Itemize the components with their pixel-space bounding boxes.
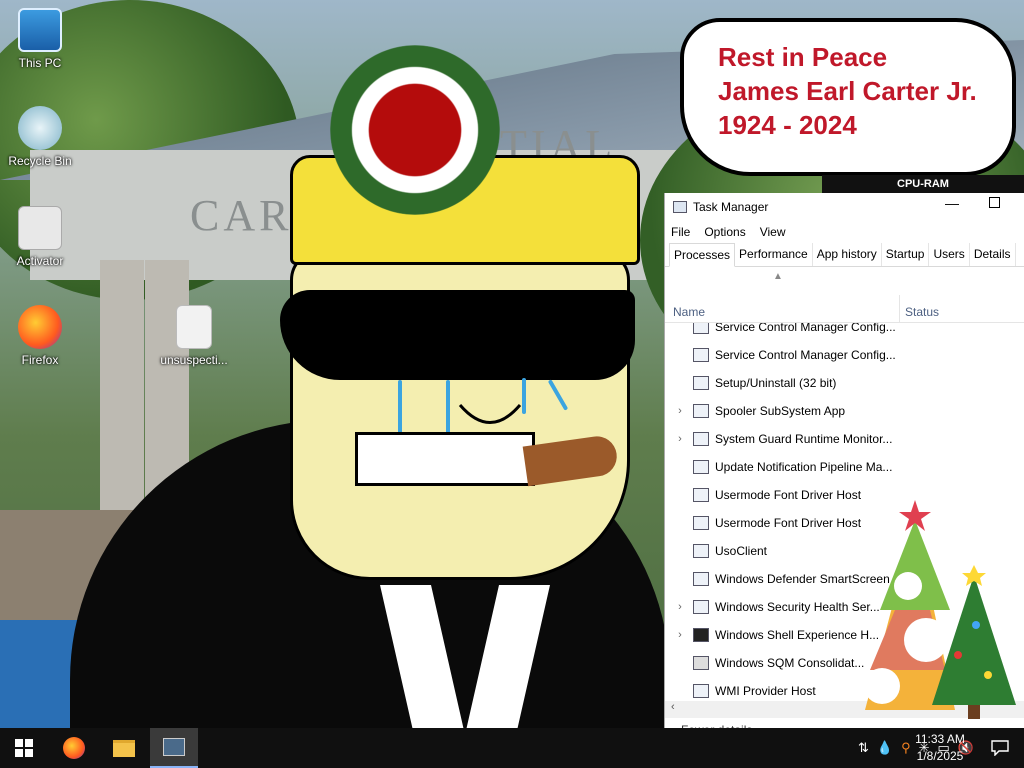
process-name: Service Control Manager Config... — [715, 323, 896, 334]
clock-time: 11:33 AM — [915, 732, 965, 746]
process-icon — [693, 348, 709, 362]
droplet-icon[interactable]: 💧 — [877, 740, 893, 756]
table-row[interactable]: Service Control Manager Config... — [665, 341, 1024, 369]
tab-performance[interactable]: Performance — [735, 243, 813, 266]
process-icon — [693, 600, 709, 614]
chevron-right-icon[interactable]: › — [671, 629, 689, 641]
clock-gadget[interactable] — [330, 45, 500, 215]
christmas-tree-icon — [932, 565, 1016, 719]
taskbar-file-explorer[interactable] — [100, 728, 148, 768]
desktop-icon-this-pc[interactable]: This PC — [0, 8, 80, 70]
desktop-icon-label: Firefox — [21, 353, 59, 367]
bubble-line-1: Rest in Peace — [718, 42, 888, 72]
clock[interactable]: 11:33 AM 1/8/2025 — [908, 731, 972, 765]
process-name: Update Notification Pipeline Ma... — [715, 460, 893, 474]
background-pillar — [100, 260, 144, 540]
printer-icon — [693, 404, 709, 418]
minimize-button[interactable]: — — [945, 195, 959, 211]
desktop-icon-activator[interactable]: Activator — [0, 206, 80, 268]
column-status[interactable]: Status — [905, 305, 939, 319]
taskbar-task-manager[interactable] — [150, 728, 198, 768]
desktop-icon-label: This PC — [18, 56, 62, 70]
chat-bubble-icon — [991, 740, 1009, 756]
cpu-ram-gadget[interactable]: CPU-RAM — [822, 175, 1024, 193]
process-icon — [693, 656, 709, 670]
clock-date: 1/8/2025 — [916, 749, 964, 763]
desktop-icon-label: Activator — [16, 254, 64, 268]
tab-details[interactable]: Details — [970, 243, 1016, 266]
menu-bar: File Options View — [665, 221, 1024, 243]
activator-icon — [18, 206, 62, 250]
process-name: System Guard Runtime Monitor... — [715, 432, 893, 446]
chevron-right-icon[interactable]: › — [671, 601, 689, 613]
maximize-button[interactable] — [989, 197, 1000, 208]
tab-startup[interactable]: Startup — [882, 243, 930, 266]
firefox-icon — [18, 305, 62, 349]
file-icon — [176, 305, 212, 349]
process-icon — [693, 544, 709, 558]
column-header: ▲ Name Status — [665, 267, 1024, 323]
tab-strip: Processes Performance App history Startu… — [665, 243, 1024, 267]
table-row[interactable]: Service Control Manager Config... — [665, 323, 1024, 341]
bubble-line-3: 1924 - 2024 — [718, 110, 857, 140]
process-icon — [693, 516, 709, 530]
setup-icon — [693, 376, 709, 390]
column-name[interactable]: Name — [673, 305, 705, 319]
recycle-bin-icon — [18, 106, 62, 150]
taskbar-firefox[interactable] — [50, 728, 98, 768]
scroll-left-icon[interactable]: ‹ — [671, 701, 675, 713]
process-icon — [693, 460, 709, 474]
table-row[interactable]: › System Guard Runtime Monitor... — [665, 425, 1024, 453]
process-name: Service Control Manager Config... — [715, 348, 896, 362]
sort-up-icon: ▲ — [773, 271, 783, 282]
process-icon — [693, 572, 709, 586]
tab-users[interactable]: Users — [929, 243, 970, 266]
speech-bubble: Rest in Peace James Earl Carter Jr. 1924… — [680, 18, 1016, 176]
notification-center-button[interactable] — [976, 728, 1024, 768]
column-divider[interactable] — [899, 295, 900, 323]
network-icon[interactable]: ⇅ — [858, 740, 869, 756]
cartoon-smile — [458, 404, 522, 424]
desktop-icon-firefox[interactable]: Firefox — [0, 305, 80, 367]
desktop-icon-unsuspecting[interactable]: unsuspecti... — [154, 305, 234, 367]
chevron-right-icon[interactable]: › — [671, 433, 689, 445]
cartoon-mouth — [355, 432, 535, 486]
task-manager-icon — [163, 738, 185, 756]
desktop-icon-recycle-bin[interactable]: Recycle Bin — [0, 106, 80, 168]
folder-icon — [113, 739, 135, 757]
window-title: Task Manager — [693, 200, 769, 214]
taskbar: ⇅ 💧 ⚲ ✳ ▭ 🔇 11:33 AM 1/8/2025 — [0, 728, 1024, 768]
process-name: Spooler SubSystem App — [715, 404, 846, 418]
process-icon — [693, 488, 709, 502]
desktop-icon-label: unsuspecti... — [160, 353, 228, 367]
chevron-right-icon[interactable]: › — [671, 405, 689, 417]
table-row[interactable]: Update Notification Pipeline Ma... — [665, 453, 1024, 481]
process-name: WMI Provider Host — [715, 684, 816, 698]
cartoon-sunglasses — [280, 290, 635, 380]
firefox-icon — [63, 737, 85, 759]
process-icon — [693, 432, 709, 446]
shell-icon — [693, 628, 709, 642]
table-row[interactable]: Setup/Uninstall (32 bit) — [665, 369, 1024, 397]
process-name: Setup/Uninstall (32 bit) — [715, 376, 837, 390]
windows-logo-icon — [15, 739, 33, 757]
desktop-icon-label: Recycle Bin — [8, 154, 72, 168]
menu-view[interactable]: View — [760, 225, 786, 239]
menu-file[interactable]: File — [671, 225, 690, 239]
this-pc-icon — [18, 8, 62, 52]
bubble-line-2: James Earl Carter Jr. — [718, 76, 977, 106]
process-name: UsoClient — [715, 544, 768, 558]
table-row[interactable]: › Spooler SubSystem App — [665, 397, 1024, 425]
process-icon — [693, 323, 709, 334]
tab-app-history[interactable]: App history — [813, 243, 882, 266]
menu-options[interactable]: Options — [704, 225, 745, 239]
task-manager-icon — [673, 201, 687, 213]
wmi-icon — [693, 684, 709, 698]
tab-processes[interactable]: Processes — [669, 243, 736, 267]
title-bar[interactable]: Task Manager — — [665, 193, 1024, 221]
start-button[interactable] — [0, 728, 48, 768]
